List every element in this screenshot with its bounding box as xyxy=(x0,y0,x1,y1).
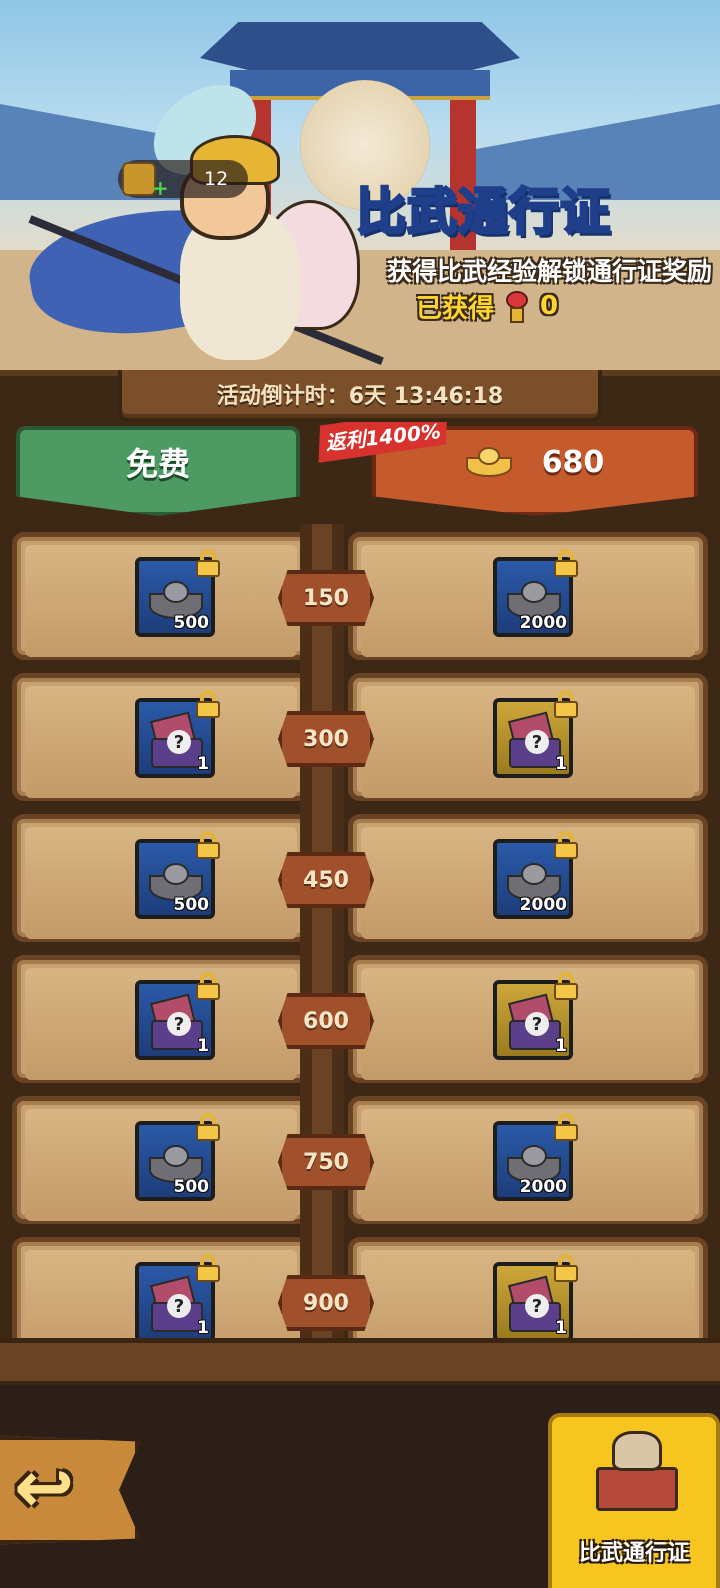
silver-ingot-reward[interactable]: 2000 xyxy=(493,1113,578,1201)
reward-quantity: 1 xyxy=(555,1318,567,1338)
reward-quantity: 1 xyxy=(197,1036,209,1056)
player-level: 12 xyxy=(204,168,229,190)
free-reward-slot[interactable]: 500 xyxy=(12,814,310,942)
pass-tab[interactable]: 比武通行证 xyxy=(548,1413,720,1588)
countdown-text: 活动倒计时：6天 13:46:18 xyxy=(216,384,504,409)
paid-reward-slot[interactable]: ? 1 xyxy=(348,673,708,801)
milestone-marker: 600 xyxy=(278,993,374,1049)
pass-price: 680 xyxy=(541,444,605,480)
reward-crate-icon xyxy=(592,1427,682,1517)
board-bottom-frame xyxy=(0,1338,720,1386)
lock-icon xyxy=(195,549,221,577)
milestone-value: 450 xyxy=(303,867,349,893)
milestone-value: 900 xyxy=(303,1290,349,1316)
milestone-marker: 750 xyxy=(278,1134,374,1190)
reward-quantity: 500 xyxy=(173,895,210,915)
mystery-chest-reward[interactable]: ? 1 xyxy=(135,690,220,778)
lock-icon xyxy=(553,549,579,577)
milestone-marker: 300 xyxy=(278,711,374,767)
paid-reward-slot[interactable]: ? 1 xyxy=(348,955,708,1083)
lock-icon xyxy=(195,972,221,1000)
milestone-value: 300 xyxy=(303,726,349,752)
reward-quantity: 500 xyxy=(173,613,210,633)
lock-icon xyxy=(195,1113,221,1141)
pass-subtitle: 获得比武经验解锁通行证奖励 xyxy=(386,257,712,286)
milestone-marker: 450 xyxy=(278,852,374,908)
player-level-badge[interactable]: + 12 xyxy=(118,160,248,198)
free-track-label: 免费 xyxy=(125,445,190,483)
paid-reward-slot[interactable]: 2000 xyxy=(348,814,708,942)
reward-quantity: 1 xyxy=(555,754,567,774)
lock-icon xyxy=(195,1254,221,1282)
lock-icon xyxy=(553,972,579,1000)
mystery-chest-reward[interactable]: ? 1 xyxy=(493,690,578,778)
earned-value: 0 xyxy=(540,291,559,321)
temple-roof xyxy=(200,22,520,70)
reward-rows[interactable]: 500 2000 ? 1 ? 1 500 2000 ? 1 ? 1 500 2000 ? 1 ? 1 xyxy=(0,524,720,1344)
milestone-value: 600 xyxy=(303,1008,349,1034)
earned-label: 已获得 xyxy=(416,293,495,324)
exp-token-icon xyxy=(500,289,534,323)
free-reward-slot[interactable]: ? 1 xyxy=(12,1237,310,1344)
milestone-value: 150 xyxy=(303,585,349,611)
hero-character-art xyxy=(21,73,384,370)
paid-reward-slot[interactable]: 2000 xyxy=(348,532,708,660)
reward-quantity: 2000 xyxy=(519,613,567,633)
silver-ingot-reward[interactable]: 500 xyxy=(135,549,220,637)
reward-quantity: 1 xyxy=(197,754,209,774)
silver-ingot-reward[interactable]: 500 xyxy=(135,831,220,919)
silver-ingot-reward[interactable]: 500 xyxy=(135,1113,220,1201)
paid-reward-slot[interactable]: ? 1 xyxy=(348,1237,708,1344)
paid-reward-slot[interactable]: 2000 xyxy=(348,1096,708,1224)
lock-icon xyxy=(195,831,221,859)
event-banner: + 12 比武通行证 获得比武经验解锁通行证奖励 已获得 0 xyxy=(0,0,720,375)
mystery-chest-reward[interactable]: ? 1 xyxy=(135,972,220,1060)
mystery-chest-reward[interactable]: ? 1 xyxy=(493,972,578,1060)
reward-quantity: 1 xyxy=(555,1036,567,1056)
milestone-value: 750 xyxy=(303,1149,349,1175)
countdown-plate: 活动倒计时：6天 13:46:18 xyxy=(118,370,602,422)
free-reward-slot[interactable]: ? 1 xyxy=(12,673,310,801)
free-reward-slot[interactable]: 500 xyxy=(12,532,310,660)
reward-quantity: 2000 xyxy=(519,895,567,915)
milestone-marker: 150 xyxy=(278,570,374,626)
free-reward-slot[interactable]: ? 1 xyxy=(12,955,310,1083)
footer-bar: ↩ 比武通行证 xyxy=(0,1385,720,1588)
free-reward-slot[interactable]: 500 xyxy=(12,1096,310,1224)
reward-quantity: 500 xyxy=(173,1177,210,1197)
reward-quantity: 1 xyxy=(197,1318,209,1338)
gold-ingot-icon xyxy=(465,447,512,477)
lock-icon xyxy=(553,831,579,859)
pass-title: 比武通行证 xyxy=(355,182,612,243)
free-track-header: 免费 xyxy=(16,426,300,516)
trophy-icon xyxy=(122,162,156,196)
silver-ingot-reward[interactable]: 2000 xyxy=(493,549,578,637)
lock-icon xyxy=(195,690,221,718)
reward-quantity: 2000 xyxy=(519,1177,567,1197)
mystery-chest-reward[interactable]: ? 1 xyxy=(493,1254,578,1342)
lock-icon xyxy=(553,1113,579,1141)
lock-icon xyxy=(553,690,579,718)
earned-exp: 已获得 0 xyxy=(416,286,558,326)
plus-icon: + xyxy=(152,176,169,200)
mystery-chest-reward[interactable]: ? 1 xyxy=(135,1254,220,1342)
progress-spine xyxy=(300,524,344,1344)
pass-tab-label: 比武通行证 xyxy=(578,1541,689,1566)
lock-icon xyxy=(553,1254,579,1282)
silver-ingot-reward[interactable]: 2000 xyxy=(493,831,578,919)
milestone-marker: 900 xyxy=(278,1275,374,1331)
reward-board: 免费 680 返利1400% 活动倒计时：6天 13:46:18 500 2000… xyxy=(0,370,720,1386)
back-arrow-icon[interactable]: ↩ xyxy=(14,1447,104,1527)
